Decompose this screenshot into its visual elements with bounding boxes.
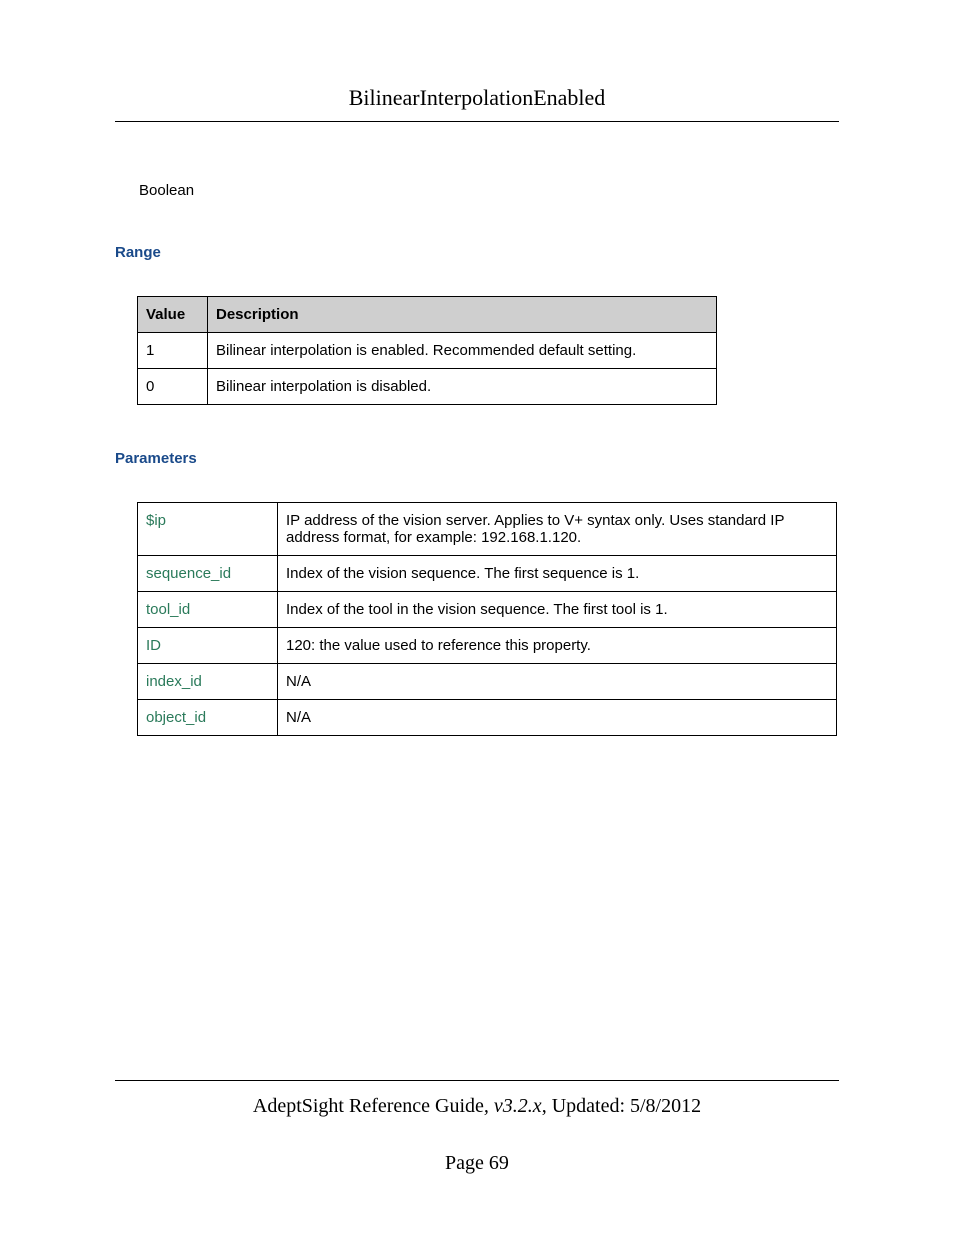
header-description: Description [208,297,717,333]
page-number: Page 69 [115,1152,839,1175]
param-description: Index of the vision sequence. The first … [278,556,837,592]
param-name: sequence_id [138,556,278,592]
footer-updated: , Updated: 5/8/2012 [542,1095,701,1117]
param-description: N/A [278,700,837,736]
range-table: Value Description 1 Bilinear interpolati… [137,296,717,405]
range-heading: Range [115,244,839,261]
parameters-table: $ip IP address of the vision server. App… [137,502,837,736]
table-row: object_id N/A [138,700,837,736]
param-description: Index of the tool in the vision sequence… [278,592,837,628]
table-row: sequence_id Index of the vision sequence… [138,556,837,592]
param-description: N/A [278,664,837,700]
range-value: 0 [138,369,208,405]
page-title: BilinearInterpolationEnabled [115,85,839,122]
header-value: Value [138,297,208,333]
param-name: $ip [138,503,278,556]
param-name: tool_id [138,592,278,628]
page-footer: AdeptSight Reference Guide, v3.2.x, Upda… [115,1080,839,1175]
table-row: ID 120: the value used to reference this… [138,628,837,664]
footer-version: , v3.2.x [484,1095,542,1117]
range-value: 1 [138,333,208,369]
param-name: object_id [138,700,278,736]
table-row: 0 Bilinear interpolation is disabled. [138,369,717,405]
param-description: IP address of the vision server. Applies… [278,503,837,556]
footer-guide: AdeptSight Reference Guide [253,1095,484,1117]
footer-text: AdeptSight Reference Guide, v3.2.x, Upda… [115,1080,839,1118]
type-text: Boolean [139,182,839,199]
range-description: Bilinear interpolation is enabled. Recom… [208,333,717,369]
param-name: index_id [138,664,278,700]
table-row: $ip IP address of the vision server. App… [138,503,837,556]
range-description: Bilinear interpolation is disabled. [208,369,717,405]
table-row: 1 Bilinear interpolation is enabled. Rec… [138,333,717,369]
table-row: index_id N/A [138,664,837,700]
parameters-heading: Parameters [115,450,839,467]
param-name: ID [138,628,278,664]
param-description: 120: the value used to reference this pr… [278,628,837,664]
table-header-row: Value Description [138,297,717,333]
table-row: tool_id Index of the tool in the vision … [138,592,837,628]
